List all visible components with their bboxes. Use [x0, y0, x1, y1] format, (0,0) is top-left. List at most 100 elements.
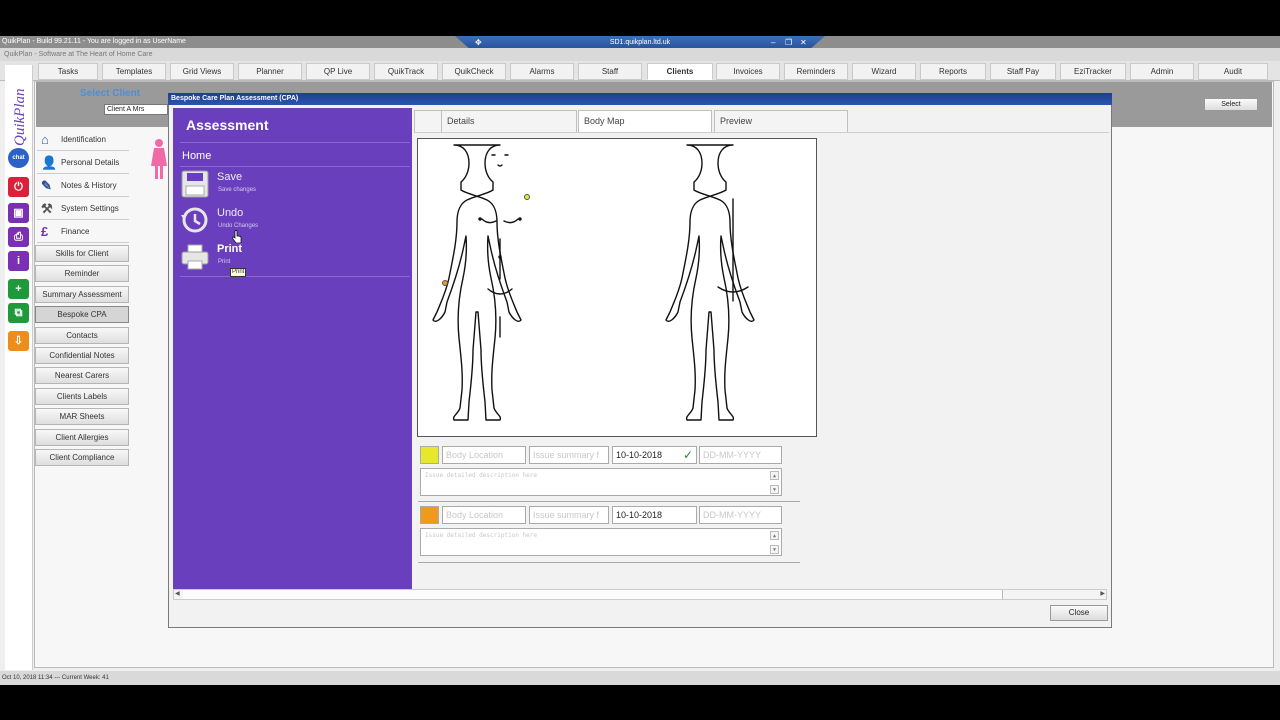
panel-divider — [180, 166, 410, 167]
nav-btn-client-compliance[interactable]: Client Compliance — [35, 449, 129, 466]
row-divider — [418, 562, 800, 563]
nav-label: Notes & History — [61, 181, 117, 190]
issue-summary-field[interactable]: Issue summary f — [529, 446, 609, 464]
nav-system-settings[interactable]: ⚒ System Settings — [37, 198, 129, 220]
menu-item-quikcheck[interactable]: QuikCheck — [442, 63, 506, 80]
nav-btn-nearest-carers[interactable]: Nearest Carers — [35, 367, 129, 385]
scroll-right-icon[interactable]: ▶ — [1100, 590, 1105, 597]
tab-preview[interactable]: Preview — [714, 110, 848, 133]
menu-item-quiktrack[interactable]: QuikTrack — [374, 63, 438, 80]
menu-item-staff-pay[interactable]: Staff Pay — [990, 63, 1056, 80]
menu-item-ezitracker[interactable]: EziTracker — [1060, 63, 1126, 80]
female-client-icon — [151, 139, 167, 179]
print-tooltip: Print — [230, 268, 247, 277]
hand-cursor-icon — [232, 230, 242, 243]
issue-summary-field[interactable]: Issue summary f — [529, 506, 609, 524]
issue-marker-orange[interactable] — [442, 280, 448, 286]
scroll-down-icon[interactable]: ▼ — [770, 545, 779, 554]
info-icon[interactable]: i — [8, 251, 29, 271]
panel-divider — [180, 276, 410, 277]
nav-btn-bespoke-cpa[interactable]: Bespoke CPA — [35, 306, 129, 324]
tab-details[interactable]: Details — [441, 110, 577, 133]
menu-item-reports[interactable]: Reports — [920, 63, 986, 80]
notes-icon: ✎ — [41, 178, 52, 193]
logo-text: QuikPlan — [12, 89, 28, 147]
person-icon: 👤 — [41, 155, 58, 170]
menu-item-templates[interactable]: Templates — [102, 63, 166, 80]
nav-finance[interactable]: £ Finance — [37, 221, 129, 243]
pound-icon: £ — [41, 224, 49, 239]
scrollbar-thumb[interactable] — [183, 590, 1003, 599]
issue-marker-yellow[interactable] — [524, 194, 530, 200]
nav-btn-reminder[interactable]: Reminder — [35, 265, 129, 283]
issue-description-placeholder: Issue detailed description here — [425, 532, 537, 539]
print-printer-icon[interactable] — [180, 243, 210, 271]
nav-personal-details[interactable]: 👤 Personal Details — [37, 152, 129, 174]
nav-btn-clients-labels[interactable]: Clients Labels — [35, 387, 129, 405]
issue-date-field[interactable]: 10-10-2018 — [612, 506, 697, 524]
save-icon[interactable]: ▣ — [8, 203, 29, 223]
save-action-sub: Save changes — [218, 187, 257, 193]
issue-date-field[interactable]: 10-10-2018 ✓ — [612, 446, 697, 464]
undo-history-icon[interactable] — [180, 206, 210, 234]
modal-title: Bespoke Care Plan Assessment (CPA) — [168, 93, 1112, 105]
client-field[interactable]: Client A Mrs — [104, 104, 168, 115]
body-location-field[interactable]: Body Location — [442, 506, 526, 524]
nav-btn-client-allergies[interactable]: Client Allergies — [35, 428, 129, 446]
close-button[interactable]: Close — [1050, 605, 1108, 621]
issue-color-swatch[interactable] — [420, 446, 439, 464]
menu-item-wizard[interactable]: Wizard — [852, 63, 916, 80]
body-outline-figures — [432, 144, 755, 421]
scroll-up-icon[interactable]: ▲ — [770, 531, 779, 540]
nav-btn-confidential-notes[interactable]: Confidential Notes — [35, 347, 129, 364]
nav-btn-mar-sheets[interactable]: MAR Sheets — [35, 408, 129, 426]
save-floppy-icon[interactable] — [180, 170, 210, 198]
print-icon[interactable]: ⎙ — [8, 227, 29, 247]
panel-divider — [180, 142, 410, 143]
nav-label: Personal Details — [61, 158, 120, 167]
menu-item-audit[interactable]: Audit — [1198, 63, 1268, 80]
copy-icon[interactable]: ⧉ — [8, 303, 29, 323]
menu-item-admin[interactable]: Admin — [1130, 63, 1194, 80]
download-icon[interactable]: ⇩ — [8, 331, 29, 351]
tab-body-map[interactable]: Body Map — [578, 110, 712, 133]
save-action[interactable]: Save — [217, 171, 242, 183]
select-button[interactable]: Select — [1204, 98, 1258, 111]
home-icon: ⌂ — [41, 132, 49, 147]
panel-title: Assessment — [186, 117, 269, 133]
issue-description-field[interactable]: Issue detailed description here ▲ ▼ — [420, 468, 782, 496]
nav-btn-summary-assessment[interactable]: Summary Assessment — [35, 285, 129, 303]
menu-item-planner[interactable]: Planner — [238, 63, 302, 80]
nav-btn-skills-for-client[interactable]: Skills for Client — [35, 245, 129, 262]
nav-btn-contacts[interactable]: Contacts — [35, 326, 129, 344]
scroll-down-icon[interactable]: ▼ — [770, 485, 779, 494]
chat-icon[interactable]: chat — [8, 148, 29, 168]
issue-description-field[interactable]: Issue detailed description here ▲ ▼ — [420, 528, 782, 556]
body-location-field[interactable]: Body Location — [442, 446, 526, 464]
tab-divider — [414, 132, 1109, 133]
menu-item-reminders[interactable]: Reminders — [784, 63, 848, 80]
scroll-up-icon[interactable]: ▲ — [770, 471, 779, 480]
menu-item-tasks[interactable]: Tasks — [38, 63, 98, 80]
nav-identification[interactable]: ⌂ Identification — [37, 129, 129, 151]
quikplan-logo: QuikPlan — [12, 89, 28, 147]
nav-notes-history[interactable]: ✎ Notes & History — [37, 175, 129, 197]
issue-color-swatch[interactable] — [420, 506, 439, 524]
remote-host: SD1.quikplan.ltd.uk — [609, 39, 671, 46]
print-action[interactable]: Print — [217, 243, 242, 255]
menu-item-clients[interactable]: Clients — [647, 63, 713, 80]
menu-item-alarms[interactable]: Alarms — [510, 63, 574, 80]
home-link[interactable]: Home — [182, 150, 211, 162]
review-date-field[interactable]: DD-MM-YYYY — [699, 446, 782, 464]
body-map-canvas[interactable] — [417, 138, 817, 437]
menu-item-invoices[interactable]: Invoices — [716, 63, 780, 80]
power-icon[interactable]: ⏻ — [8, 177, 29, 197]
scroll-left-icon[interactable]: ◀ — [175, 590, 180, 597]
review-date-field[interactable]: DD-MM-YYYY — [699, 506, 782, 524]
menu-item-staff[interactable]: Staff — [578, 63, 642, 80]
menu-item-grid-views[interactable]: Grid Views — [170, 63, 234, 80]
menu-item-qp-live[interactable]: QP Live — [306, 63, 370, 80]
add-icon[interactable]: + — [8, 279, 29, 299]
undo-action[interactable]: Undo — [217, 207, 243, 219]
select-client-label: Select Client — [80, 88, 141, 99]
